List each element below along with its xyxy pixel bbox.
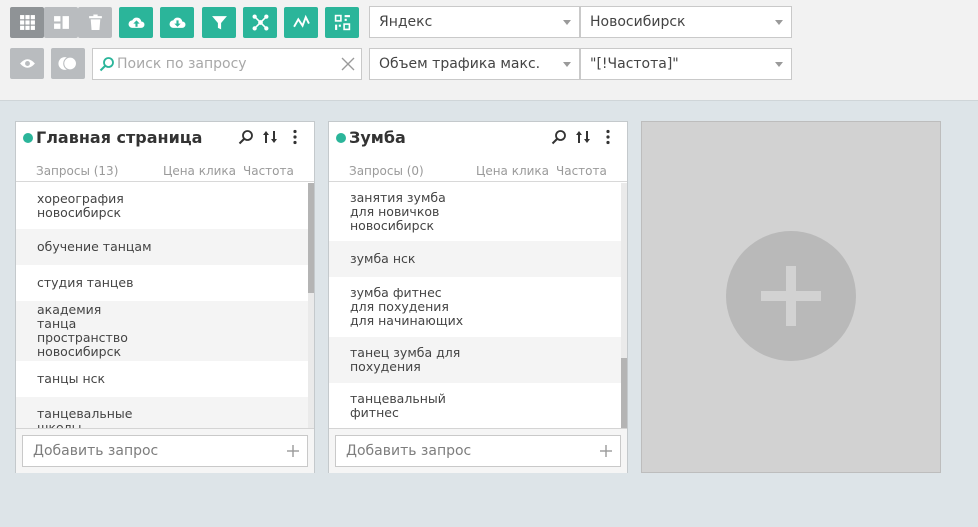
chart-button[interactable] [284, 7, 318, 38]
column-headers: Запросы (0) Цена клика Частота [329, 160, 627, 182]
sort-field-select[interactable]: Объем трафика макс. [369, 48, 580, 80]
cluster-button[interactable] [243, 7, 277, 38]
status-dot [336, 133, 346, 143]
search-input[interactable] [117, 50, 337, 78]
group-panel: Зумба Запросы (0) Цена клика Частота зан… [328, 121, 628, 473]
frequency-type-select[interactable]: "[!Частота]" [580, 48, 792, 80]
search-engine-value: Яндекс [379, 14, 433, 30]
panel-header: Главная страница [16, 122, 314, 154]
search-icon [99, 57, 114, 72]
add-query-input[interactable] [33, 437, 273, 465]
toolbar: Яндекс Новосибирск Объем трафика макс. "… [0, 0, 978, 101]
region-value: Новосибирск [590, 14, 686, 30]
columns-view-button[interactable] [44, 7, 78, 38]
grid-icon [19, 15, 35, 30]
col-price[interactable]: Цена клика [163, 164, 236, 178]
filter-icon [211, 16, 227, 30]
chevron-down-icon [563, 20, 571, 25]
list-item[interactable]: академия танца пространство новосибирск [16, 301, 314, 361]
query-list: занятия зумба для новичков новосибирск з… [329, 183, 627, 428]
add-query-input[interactable] [346, 437, 586, 465]
cloud-download-button[interactable] [160, 7, 194, 38]
col-frequency[interactable]: Частота [243, 164, 294, 178]
search-icon[interactable] [551, 129, 567, 145]
col-queries[interactable]: Запросы (0) [349, 164, 424, 178]
add-query-field [335, 435, 621, 467]
panel-title[interactable]: Зумба [349, 128, 406, 147]
cluster-icon [252, 14, 268, 31]
search-engine-select[interactable]: Яндекс [369, 6, 580, 38]
panel-header: Зумба [329, 122, 627, 154]
panel-title[interactable]: Главная страница [36, 128, 202, 147]
add-query-bar [16, 428, 314, 473]
more-vertical-icon[interactable] [600, 129, 616, 145]
list-item[interactable]: занятия зумба для новичков новосибирск [329, 183, 627, 241]
cloud-download-icon [169, 17, 185, 28]
columns-icon [53, 16, 69, 29]
plus-icon[interactable] [287, 445, 299, 457]
eye-icon [19, 59, 35, 68]
list-item[interactable]: зумба нск [329, 241, 627, 277]
chevron-down-icon [775, 20, 783, 25]
add-group-panel [641, 121, 941, 473]
scrollbar-thumb[interactable] [621, 358, 627, 428]
list-item[interactable]: зумба фитнес для похудения для начинающи… [329, 277, 627, 337]
trash-icon [88, 14, 102, 30]
list-item[interactable]: танец зумба для похудения [329, 337, 627, 383]
list-item[interactable]: хореография новосибирск [16, 183, 314, 229]
plus-icon [761, 266, 821, 326]
plus-icon[interactable] [600, 445, 612, 457]
list-item[interactable]: студия танцев [16, 265, 314, 301]
grid-view-button[interactable] [10, 7, 44, 38]
query-list: хореография новосибирск обучение танцам … [16, 183, 314, 428]
col-price[interactable]: Цена клика [476, 164, 549, 178]
qr-icon [334, 14, 350, 31]
chart-line-icon [292, 14, 310, 28]
chevron-down-icon [563, 62, 571, 67]
sort-icon[interactable] [263, 129, 279, 145]
search-icon[interactable] [238, 129, 254, 145]
sort-field-value: Объем трафика макс. [379, 56, 541, 72]
list-item[interactable]: танцевальный фитнес [329, 383, 627, 428]
scrollbar-thumb[interactable] [308, 183, 314, 293]
list-item[interactable]: танцы нск [16, 361, 314, 397]
region-select[interactable]: Новосибирск [580, 6, 792, 38]
toggle-button[interactable] [51, 48, 85, 79]
group-panel: Главная страница Запросы (13) Цена клика… [15, 121, 315, 473]
col-queries[interactable]: Запросы (13) [36, 164, 118, 178]
frequency-type-value: "[!Частота]" [590, 56, 679, 72]
visibility-button[interactable] [10, 48, 44, 79]
qr-button[interactable] [325, 7, 359, 38]
search-box [92, 48, 362, 80]
status-dot [23, 133, 33, 143]
filter-button[interactable] [202, 7, 236, 38]
list-item[interactable]: обучение танцам [16, 229, 314, 265]
toggle-icon [58, 56, 78, 71]
delete-button[interactable] [78, 7, 112, 38]
sort-icon[interactable] [576, 129, 592, 145]
add-query-bar [329, 428, 627, 473]
add-query-field [22, 435, 308, 467]
chevron-down-icon [775, 62, 783, 67]
close-icon[interactable] [341, 57, 355, 71]
more-vertical-icon[interactable] [287, 129, 303, 145]
col-frequency[interactable]: Частота [556, 164, 607, 178]
cloud-upload-button[interactable] [119, 7, 153, 38]
column-headers: Запросы (13) Цена клика Частота [16, 160, 314, 182]
list-item[interactable]: танцевальные школы новосибирск [16, 397, 314, 428]
add-group-button[interactable] [726, 231, 856, 361]
cloud-upload-icon [128, 17, 144, 28]
